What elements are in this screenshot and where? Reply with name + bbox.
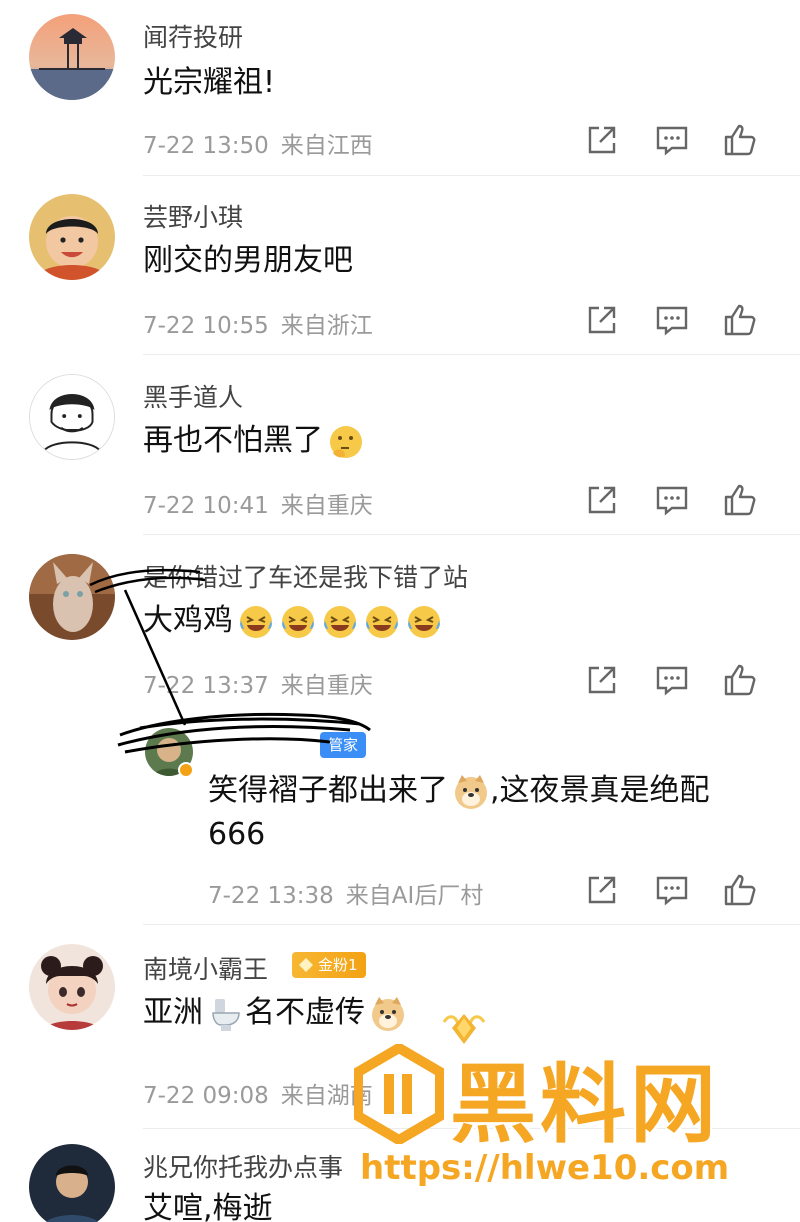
- comment-item: 南境小霸王 金粉1 亚洲 名不虚传 7-22 09:08 来自湖南: [0, 926, 800, 1130]
- comment-date: 7-22 13:50: [143, 133, 269, 159]
- like-icon[interactable]: [722, 662, 758, 698]
- laughing-crying-face-icon: [237, 603, 275, 641]
- share-icon[interactable]: [584, 122, 620, 158]
- comment-meta: 7-22 13:37 来自重庆: [143, 666, 373, 700]
- like-icon[interactable]: [722, 122, 758, 158]
- comment-text: 再也不怕黑了: [143, 423, 323, 458]
- comment-actions: [584, 482, 770, 522]
- divider: [143, 534, 800, 535]
- username[interactable]: 是你错过了车还是我下错了站: [143, 558, 468, 594]
- comment-date: 7-22 13:38: [208, 883, 334, 909]
- comment-location: 来自湖南: [280, 1083, 373, 1109]
- comment-actions: [584, 662, 770, 702]
- comment-date: 7-22 09:08: [143, 1083, 269, 1109]
- comment-actions: [584, 872, 770, 912]
- laughing-crying-face-icon: [321, 603, 359, 641]
- comment-item: 闻荇投研 光宗耀祖! 7-22 13:50 来自江西: [0, 0, 800, 176]
- divider: [143, 354, 800, 355]
- comment-location: 来自AI后厂村: [345, 883, 484, 909]
- comment-text: 亚洲: [143, 995, 203, 1030]
- share-icon[interactable]: [584, 482, 620, 518]
- comment-actions: [584, 302, 770, 342]
- reply-text-line2: 666: [208, 817, 266, 852]
- toilet-icon: [207, 995, 245, 1033]
- reply-text-row: 笑得褶子都出来了 ,这夜景真是绝配: [208, 770, 710, 812]
- avatar[interactable]: [29, 944, 115, 1030]
- comment-icon[interactable]: [654, 872, 690, 908]
- comment-meta: 7-22 13:50 来自江西: [143, 126, 373, 160]
- comment-location: 来自浙江: [280, 313, 373, 339]
- comment-location: 来自重庆: [280, 493, 373, 519]
- share-icon[interactable]: [584, 302, 620, 338]
- comment-meta: 7-22 10:55 来自浙江: [143, 306, 373, 340]
- comment-location: 来自江西: [280, 133, 373, 159]
- crown-icon: [299, 958, 313, 972]
- comment-text: 艾喧,梅逝: [143, 1191, 273, 1222]
- comment-meta: 7-22 10:41 来自重庆: [143, 486, 373, 520]
- comment-icon[interactable]: [654, 122, 690, 158]
- share-icon[interactable]: [584, 662, 620, 698]
- comment-date: 7-22 13:37: [143, 673, 269, 699]
- laughing-crying-face-icon: [363, 603, 401, 641]
- comment-text: 光宗耀祖!: [143, 65, 276, 100]
- comment-icon[interactable]: [654, 302, 690, 338]
- username[interactable]: 芸野小琪: [143, 198, 243, 234]
- avatar[interactable]: [29, 194, 115, 280]
- comment-icon[interactable]: [654, 662, 690, 698]
- comment-icon[interactable]: [654, 482, 690, 518]
- reply-text-cont: ,这夜景真是绝配: [490, 773, 710, 808]
- comment-actions: [584, 122, 770, 162]
- verified-icon: [178, 762, 194, 778]
- share-icon[interactable]: [584, 872, 620, 908]
- comment-text: 大鸡鸡: [143, 603, 233, 638]
- doge-face-icon: [452, 773, 490, 811]
- comment-item: 是你错过了车还是我下错了站 大鸡鸡 7-22 13:37 来自重庆 管家 笑得褶子…: [0, 536, 800, 926]
- reply-meta: 7-22 13:38 来自AI后厂村: [208, 876, 483, 910]
- like-icon[interactable]: [722, 302, 758, 338]
- laughing-crying-face-icon: [279, 603, 317, 641]
- comment-text-row: 亚洲 名不虚传: [143, 992, 407, 1034]
- like-icon[interactable]: [722, 482, 758, 518]
- thinking-face-icon: [327, 423, 365, 461]
- fan-badge: 金粉1: [292, 952, 366, 978]
- fan-badge-label: 金粉1: [318, 956, 358, 974]
- comment-location: 来自重庆: [280, 673, 373, 699]
- avatar[interactable]: [29, 554, 115, 640]
- username[interactable]: 黑手道人: [143, 378, 243, 414]
- comment-text-cont: 名不虚传: [245, 995, 365, 1030]
- divider: [143, 1128, 800, 1129]
- comment-item: 黑手道人 再也不怕黑了 7-22 10:41 来自重庆: [0, 356, 800, 536]
- laughing-crying-face-icon: [405, 603, 443, 641]
- avatar[interactable]: [29, 1144, 115, 1222]
- doge-face-icon: [369, 995, 407, 1033]
- comment-date: 7-22 10:41: [143, 493, 269, 519]
- username[interactable]: 兆兄你托我办点事: [143, 1148, 343, 1184]
- comment-item: 兆兄你托我办点事 艾喧,梅逝: [0, 1130, 800, 1222]
- comment-text-row: 大鸡鸡: [143, 600, 443, 642]
- avatar[interactable]: [29, 14, 115, 100]
- username[interactable]: 南境小霸王: [143, 950, 268, 986]
- comment-meta: 7-22 09:08 来自湖南: [143, 1076, 373, 1110]
- status-badge: 管家: [320, 732, 367, 758]
- gem-sticker-icon: [440, 1008, 488, 1048]
- avatar[interactable]: [29, 374, 115, 460]
- comment-text-row: 再也不怕黑了: [143, 420, 365, 462]
- comment-text: 刚交的男朋友吧: [143, 243, 353, 278]
- comment-date: 7-22 10:55: [143, 313, 269, 339]
- reply-text: 笑得褶子都出来了: [208, 773, 448, 808]
- username[interactable]: 闻荇投研: [143, 18, 243, 54]
- like-icon[interactable]: [722, 872, 758, 908]
- divider: [143, 924, 800, 925]
- comment-item: 芸野小琪 刚交的男朋友吧 7-22 10:55 来自浙江: [0, 176, 800, 356]
